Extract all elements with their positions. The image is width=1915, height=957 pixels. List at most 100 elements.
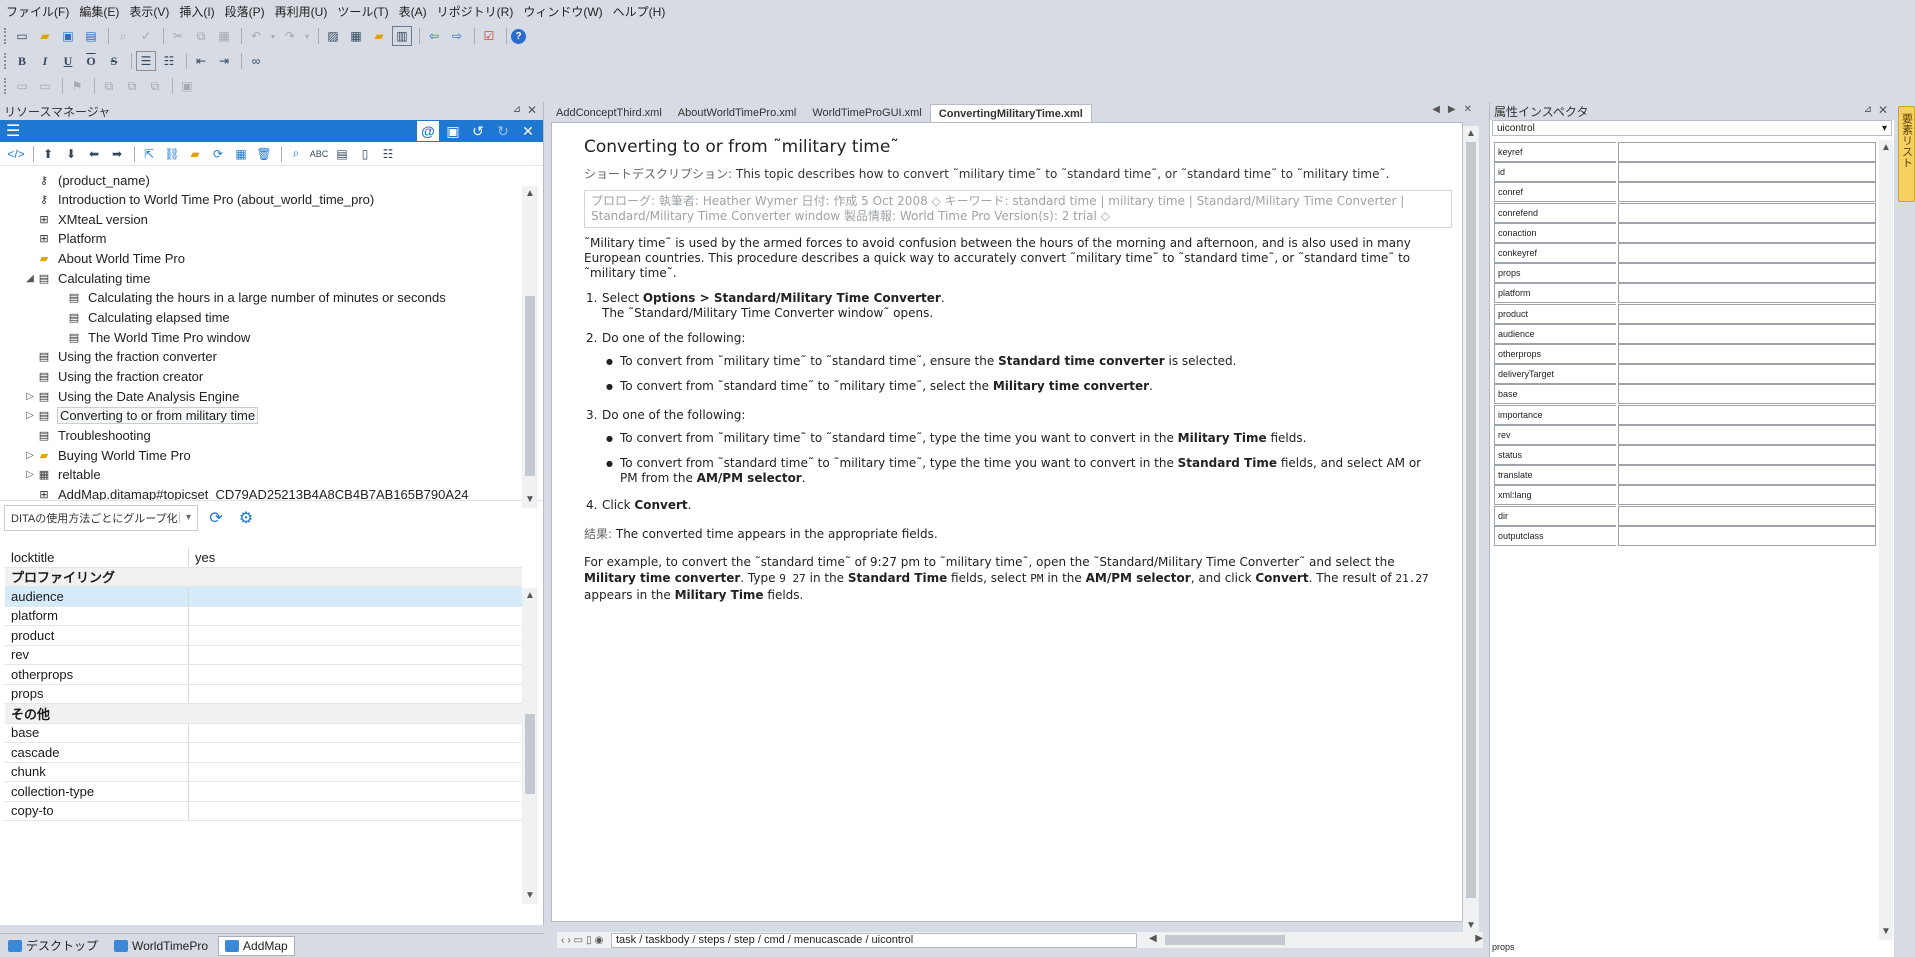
document-tab[interactable]: ConvertingMilitaryTime.xml bbox=[929, 104, 1092, 122]
property-value[interactable] bbox=[189, 724, 522, 743]
property-value[interactable]: yes bbox=[189, 548, 522, 567]
tree-item[interactable]: ▤ The World Time Pro window bbox=[54, 327, 251, 347]
close-icon[interactable]: ✕ bbox=[527, 103, 537, 117]
insert-image-icon[interactable]: ▨ bbox=[323, 26, 343, 46]
tree-item[interactable]: ▤ Troubleshooting bbox=[24, 425, 151, 445]
undo-icon[interactable]: ↺ bbox=[467, 121, 489, 141]
attribute-row[interactable]: status bbox=[1494, 445, 1876, 465]
move-right-icon[interactable]: ➡ bbox=[107, 144, 127, 164]
attribute-value-field[interactable] bbox=[1618, 384, 1876, 405]
element-select[interactable]: uicontrol ▾ bbox=[1492, 120, 1892, 136]
attribute-value-field[interactable] bbox=[1618, 505, 1876, 526]
attribute-row[interactable]: platform bbox=[1494, 283, 1876, 304]
indent-icon[interactable]: ⇥ bbox=[214, 51, 234, 71]
editor-horizontal-scrollbar[interactable]: ◀ ▶ bbox=[1149, 933, 1483, 947]
open-external-icon[interactable]: ⇱ bbox=[139, 144, 159, 164]
property-value[interactable] bbox=[189, 626, 522, 645]
save-icon[interactable]: ▣ bbox=[58, 26, 78, 46]
document-editor[interactable]: Converting to or from ˜military time˜ ショ… bbox=[551, 122, 1463, 922]
menu-item[interactable]: ファイル(F) bbox=[6, 3, 69, 20]
redo-icon[interactable]: ↻ bbox=[492, 121, 514, 141]
property-row[interactable]: cascade bbox=[5, 743, 522, 763]
attribute-value-field[interactable] bbox=[1618, 525, 1876, 546]
conref-icon[interactable]: ▭ bbox=[12, 76, 32, 96]
delete-icon[interactable]: 🗑 bbox=[254, 144, 274, 164]
attribute-value-field[interactable] bbox=[1618, 344, 1876, 364]
unordered-list-icon[interactable]: ☷ bbox=[159, 51, 179, 71]
tree-item[interactable]: ⊞ XMteaL version bbox=[24, 209, 147, 229]
paste-icon[interactable]: ▦ bbox=[214, 26, 234, 46]
expander-icon[interactable]: ◢ bbox=[24, 273, 36, 284]
tree-item[interactable]: ▷ ▤ Converting to or from military time bbox=[24, 406, 259, 426]
attribute-value-field[interactable] bbox=[1618, 445, 1876, 465]
tags-on-icon[interactable]: ▥ bbox=[392, 26, 412, 46]
property-row[interactable]: collection-type bbox=[5, 782, 522, 802]
attribute-row[interactable]: outputclass bbox=[1494, 525, 1876, 546]
expander-icon[interactable]: ▷ bbox=[24, 450, 36, 461]
menu-item[interactable]: ヘルプ(H) bbox=[613, 3, 666, 20]
taskbar-button[interactable]: WorldTimePro bbox=[108, 936, 214, 956]
menu-icon[interactable]: ☰ bbox=[6, 121, 20, 141]
move-down-icon[interactable]: ⬇ bbox=[61, 144, 81, 164]
toolbar-grip[interactable] bbox=[4, 78, 8, 94]
inspector-scrollbar[interactable]: ▲ ▼ bbox=[1879, 140, 1893, 940]
property-row[interactable]: platform bbox=[5, 606, 522, 626]
property-value[interactable] bbox=[189, 646, 522, 665]
document-icon[interactable]: ▯ bbox=[355, 144, 375, 164]
tree-item[interactable]: ⚷ (product_name) bbox=[24, 170, 150, 190]
tab-navigation-icons[interactable]: ◀▶✕ bbox=[1432, 104, 1480, 115]
link-icon[interactable]: ∞ bbox=[246, 51, 266, 71]
reuse-paste-icon[interactable]: ⧉ bbox=[122, 76, 142, 96]
properties-scrollbar[interactable]: ▲ ▼ bbox=[522, 588, 538, 904]
attribute-row[interactable]: keyref bbox=[1494, 142, 1876, 162]
menu-item[interactable]: ウィンドウ(W) bbox=[523, 3, 602, 20]
property-group-header[interactable]: プロファイリング bbox=[5, 567, 522, 587]
property-row[interactable]: base bbox=[5, 723, 522, 743]
menu-item[interactable]: 段落(P) bbox=[225, 3, 265, 20]
menu-item[interactable]: 表(A) bbox=[399, 3, 427, 20]
code-view-icon[interactable]: </> bbox=[6, 144, 26, 164]
property-value[interactable] bbox=[189, 782, 522, 801]
document-tab[interactable]: AboutWorldTimePro.xml bbox=[670, 104, 805, 122]
help-icon[interactable]: ? bbox=[511, 28, 526, 44]
menu-item[interactable]: 表示(V) bbox=[129, 3, 169, 20]
underline-icon[interactable]: U bbox=[58, 51, 78, 71]
attribute-value-field[interactable] bbox=[1618, 202, 1876, 223]
attribute-row[interactable]: importance bbox=[1494, 404, 1876, 425]
forward-arrow-icon[interactable]: ⇨ bbox=[447, 26, 467, 46]
scroll-right-icon[interactable]: ▶ bbox=[1475, 933, 1483, 944]
gear-icon[interactable]: ⚙ bbox=[234, 506, 258, 530]
scroll-down-icon[interactable]: ▼ bbox=[1879, 924, 1893, 940]
editor-scrollbar[interactable]: ▲ ▼ bbox=[1463, 126, 1479, 934]
flag-icon[interactable]: ⚑ bbox=[67, 76, 87, 96]
insert-table-icon[interactable]: ▦ bbox=[346, 26, 366, 46]
open-folder-icon[interactable]: ▰ bbox=[35, 26, 55, 46]
attribute-value-field[interactable] bbox=[1618, 162, 1876, 183]
tree-item[interactable]: ▤ Calculating elapsed time bbox=[54, 308, 230, 328]
italic-icon[interactable]: I bbox=[35, 51, 55, 71]
toolbar-grip[interactable] bbox=[4, 53, 8, 69]
scroll-up-icon[interactable]: ▲ bbox=[1463, 126, 1479, 142]
close-icon[interactable]: ✕ bbox=[517, 121, 539, 141]
table-icon[interactable]: ▦ bbox=[231, 144, 251, 164]
tree-item[interactable]: ⚷ Introduction to World Time Pro (about_w… bbox=[24, 190, 374, 210]
attribute-value-field[interactable] bbox=[1618, 404, 1876, 425]
menu-item[interactable]: 編集(E) bbox=[79, 3, 119, 20]
attribute-row[interactable]: translate bbox=[1494, 465, 1876, 486]
attribute-value-field[interactable] bbox=[1618, 323, 1876, 344]
save-all-icon[interactable]: ▤ bbox=[81, 26, 101, 46]
attribute-row[interactable]: audience bbox=[1494, 323, 1876, 344]
menu-item[interactable]: 挿入(I) bbox=[179, 3, 214, 20]
attribute-row[interactable]: props bbox=[1494, 263, 1876, 284]
attribute-value-field[interactable] bbox=[1618, 263, 1876, 284]
close-icon[interactable]: ✕ bbox=[1878, 103, 1888, 117]
attribute-value-field[interactable] bbox=[1618, 303, 1876, 324]
scroll-down-icon[interactable]: ▼ bbox=[522, 888, 538, 904]
outdent-icon[interactable]: ⇤ bbox=[191, 51, 211, 71]
move-left-icon[interactable]: ⬅ bbox=[84, 144, 104, 164]
tree-scrollbar[interactable]: ▲ ▼ bbox=[522, 186, 538, 508]
list-icon[interactable]: ☷ bbox=[378, 144, 398, 164]
property-value[interactable] bbox=[189, 802, 522, 821]
tree-item[interactable]: ▷ ▦ reltable bbox=[24, 465, 101, 485]
attribute-row[interactable]: id bbox=[1494, 162, 1876, 183]
